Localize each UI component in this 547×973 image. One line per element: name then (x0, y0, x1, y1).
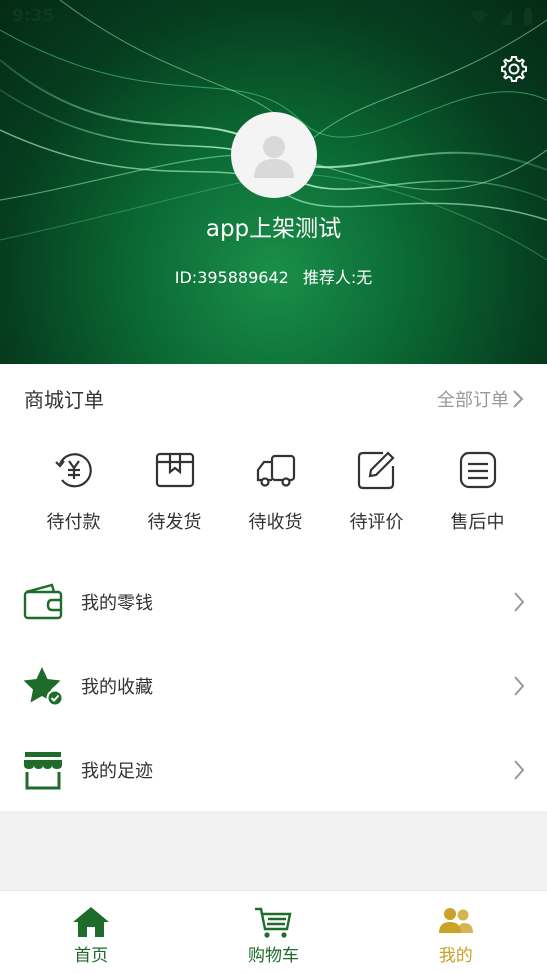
menu-item-favorites[interactable]: 我的收藏 (0, 644, 547, 728)
tab-mine[interactable]: 我的 (365, 891, 547, 973)
menu-item-history-label: 我的足迹 (81, 761, 153, 782)
order-pending-shipment-label: 待发货 (147, 512, 202, 533)
order-pending-receipt[interactable]: 待收货 (225, 448, 326, 534)
order-pending-review-label: 待评价 (349, 512, 404, 533)
tab-cart[interactable]: 购物车 (182, 891, 364, 973)
bottom-tab-bar: 首页 购物车 我的 (0, 890, 547, 973)
nickname: app上架测试 (205, 216, 342, 242)
user-icon (438, 908, 473, 933)
all-orders-label: 全部订单 (437, 390, 509, 411)
order-pending-receipt-label: 待收货 (248, 512, 303, 533)
menu-item-history[interactable]: 我的足迹 (0, 728, 547, 812)
edit-icon (357, 451, 395, 490)
status-time: 9:35 (12, 6, 55, 26)
order-after-sales[interactable]: 售后中 (427, 448, 528, 534)
avatar[interactable] (231, 112, 317, 198)
tab-home[interactable]: 首页 (0, 891, 182, 973)
box-icon (155, 452, 194, 488)
chevron-right-icon (513, 390, 524, 408)
all-orders-link[interactable]: 全部订单 (437, 386, 527, 412)
menu-item-wallet-label: 我的零钱 (81, 593, 153, 614)
list-icon (459, 451, 496, 489)
battery-icon (524, 8, 532, 25)
home-icon (73, 907, 110, 937)
yen-icon (54, 453, 92, 488)
chevron-right-icon (514, 676, 525, 696)
signal-icon (500, 9, 512, 25)
chevron-right-icon (514, 760, 525, 780)
order-pending-review[interactable]: 待评价 (326, 448, 427, 534)
star-icon (23, 667, 64, 707)
order-status-row: 待付款 待发货 待收货 待评价 售后中 (0, 448, 547, 534)
order-pending-payment[interactable]: 待付款 (23, 448, 124, 534)
order-pending-payment-label: 待付款 (46, 512, 101, 533)
shop-icon (24, 752, 62, 790)
wifi-icon (470, 10, 488, 24)
user-id: ID:395889642 (174, 268, 289, 287)
orders-title: 商城订单 (24, 388, 104, 412)
cart-icon (255, 907, 292, 938)
order-after-sales-label: 售后中 (450, 512, 505, 533)
tab-home-label: 首页 (74, 946, 109, 966)
id-line: ID:395889642 推荐人:无 (0, 264, 547, 288)
chevron-right-icon (514, 592, 525, 612)
menu-item-wallet[interactable]: 我的零钱 (0, 560, 547, 644)
settings-gear-icon[interactable] (499, 54, 529, 84)
default-avatar-icon (254, 136, 294, 178)
wallet-icon (23, 583, 63, 620)
status-icons (469, 8, 533, 26)
tab-cart-label: 购物车 (247, 946, 299, 966)
content-card: 商城订单 全部订单 待付款 待发货 待收货 待评价 售后中 我的零钱 我的收藏 … (0, 364, 547, 811)
referrer: 推荐人:无 (302, 268, 373, 287)
truck-icon (256, 454, 295, 487)
profile-header: 9:35 app上架测试 ID:395889642 推荐人:无 (0, 0, 547, 364)
order-pending-shipment[interactable]: 待发货 (124, 448, 225, 534)
tab-mine-label: 我的 (438, 946, 473, 966)
menu-item-favorites-label: 我的收藏 (81, 677, 153, 698)
